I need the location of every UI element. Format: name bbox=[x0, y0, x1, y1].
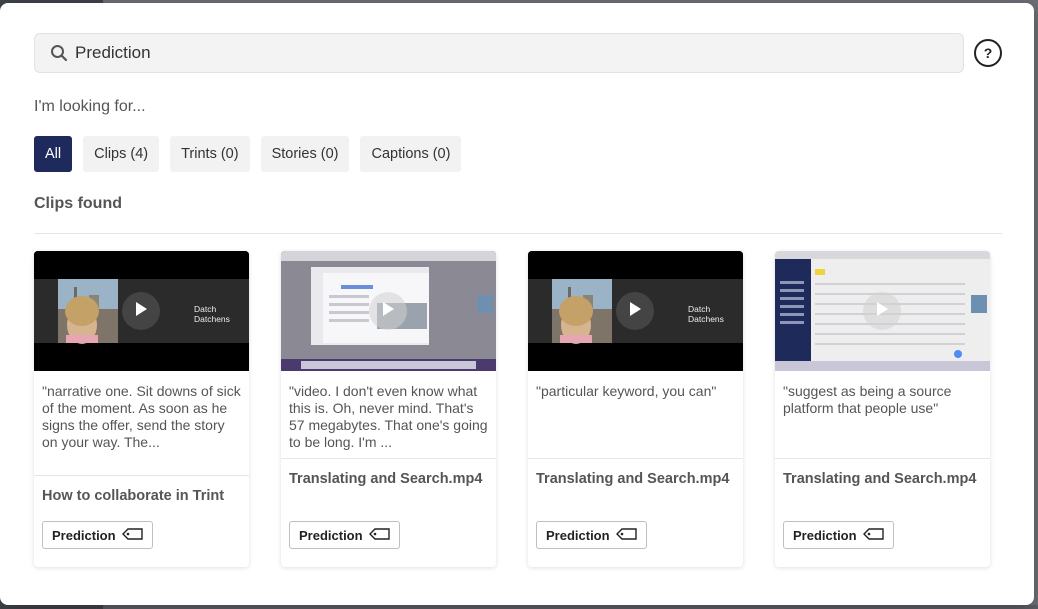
clip-card[interactable]: "suggest as being a source platform that… bbox=[775, 251, 990, 567]
card-divider bbox=[281, 458, 496, 459]
play-icon bbox=[381, 301, 395, 322]
clip-tag[interactable]: Prediction bbox=[536, 521, 647, 549]
clip-thumbnail[interactable] bbox=[281, 251, 496, 371]
tag-icon bbox=[862, 527, 885, 543]
tag-label: Prediction bbox=[52, 527, 116, 543]
clip-quote: "narrative one. Sit downs of sick of the… bbox=[42, 383, 241, 450]
clip-card[interactable]: Datch Datchens "particular keyword, you … bbox=[528, 251, 743, 567]
clip-results: Datch Datchens "narrative one. Sit downs… bbox=[34, 251, 990, 567]
play-button[interactable] bbox=[863, 292, 901, 330]
background-table-row bbox=[103, 605, 1038, 609]
play-button[interactable] bbox=[122, 292, 160, 330]
clip-card[interactable]: "video. I don't even know what this is. … bbox=[281, 251, 496, 567]
section-divider bbox=[34, 233, 1002, 234]
clip-thumbnail[interactable]: Datch Datchens bbox=[528, 251, 743, 371]
filter-clips[interactable]: Clips (4) bbox=[83, 136, 160, 172]
help-icon: ? bbox=[983, 45, 993, 61]
card-divider bbox=[775, 458, 990, 459]
tag-label: Prediction bbox=[546, 527, 610, 543]
search-input[interactable] bbox=[75, 38, 925, 68]
play-button[interactable] bbox=[369, 292, 407, 330]
clip-quote: "suggest as being a source platform that… bbox=[783, 383, 952, 416]
clip-tag[interactable]: Prediction bbox=[42, 521, 153, 549]
clip-title[interactable]: Translating and Search.mp4 bbox=[783, 471, 983, 488]
clip-card[interactable]: Datch Datchens "narrative one. Sit downs… bbox=[34, 251, 249, 567]
filter-all[interactable]: All bbox=[34, 136, 73, 172]
clip-thumbnail[interactable] bbox=[775, 251, 990, 371]
play-icon bbox=[134, 301, 148, 322]
help-button[interactable]: ? bbox=[974, 39, 1002, 67]
thumbnail-caption: Datch Datchens bbox=[688, 304, 724, 324]
play-icon bbox=[875, 301, 889, 322]
tag-label: Prediction bbox=[793, 527, 857, 543]
play-icon bbox=[628, 301, 642, 322]
clip-tag[interactable]: Prediction bbox=[289, 521, 400, 549]
filter-bar: All Clips (4) Trints (0) Stories (0) Cap… bbox=[34, 136, 462, 172]
clip-quote: "video. I don't even know what this is. … bbox=[289, 383, 488, 450]
tag-icon bbox=[615, 527, 638, 543]
clip-quote: "particular keyword, you can" bbox=[536, 383, 717, 399]
clip-tag[interactable]: Prediction bbox=[783, 521, 894, 549]
clip-thumbnail[interactable]: Datch Datchens bbox=[34, 251, 249, 371]
search-box[interactable] bbox=[34, 33, 964, 73]
filter-captions[interactable]: Captions (0) bbox=[360, 136, 462, 172]
card-divider bbox=[528, 458, 743, 459]
section-title: Clips found bbox=[34, 195, 122, 212]
tag-icon bbox=[121, 527, 144, 543]
tag-label: Prediction bbox=[299, 527, 363, 543]
clip-title[interactable]: How to collaborate in Trint bbox=[42, 488, 242, 505]
filter-trints[interactable]: Trints (0) bbox=[170, 136, 250, 172]
thumbnail-caption: Datch Datchens bbox=[194, 304, 230, 324]
clip-title[interactable]: Translating and Search.mp4 bbox=[289, 471, 489, 488]
search-modal: ? I'm looking for... All Clips (4) Trint… bbox=[0, 3, 1034, 605]
clip-title[interactable]: Translating and Search.mp4 bbox=[536, 471, 736, 488]
card-divider bbox=[34, 475, 249, 476]
tag-icon bbox=[368, 527, 391, 543]
filter-stories[interactable]: Stories (0) bbox=[260, 136, 350, 172]
search-icon bbox=[49, 43, 69, 63]
play-button[interactable] bbox=[616, 292, 654, 330]
looking-for-label: I'm looking for... bbox=[34, 98, 146, 115]
